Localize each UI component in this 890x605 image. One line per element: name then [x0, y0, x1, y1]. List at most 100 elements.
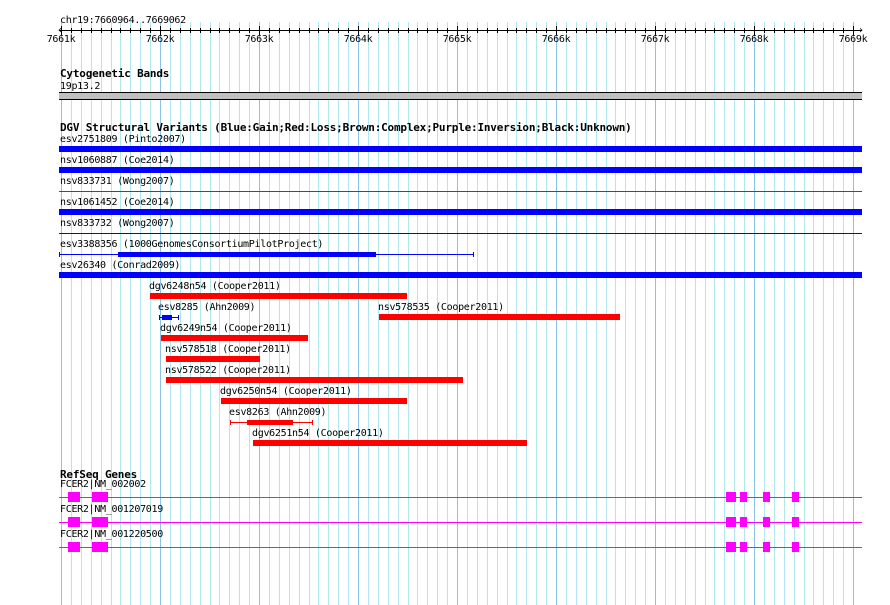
variant-label: esv26340 (Conrad2009): [60, 260, 181, 271]
ruler-tick: [705, 28, 706, 33]
exon-block: [91, 542, 108, 552]
exon-block: [791, 517, 799, 527]
ruler-tick: [140, 28, 141, 33]
ruler-tick-label: 7666k: [541, 34, 571, 45]
ruler-tick: [388, 28, 389, 33]
ruler-tick: [318, 28, 319, 33]
gene-model[interactable]: [59, 491, 862, 503]
ruler-tick: [219, 28, 220, 33]
ruler-tick: [823, 28, 824, 33]
cyto-track-title: Cytogenetic Bands: [60, 67, 170, 80]
ruler-tick: [467, 28, 468, 33]
exon-block: [726, 542, 737, 552]
variant-feature[interactable]: [253, 439, 528, 448]
ruler-tick: [685, 28, 686, 33]
cytoband-bar[interactable]: [59, 92, 862, 100]
ruler-tick: [210, 28, 211, 33]
variant-bar: [59, 146, 862, 152]
exon-block: [762, 492, 770, 502]
exon-block: [740, 542, 748, 552]
ruler-tick: [586, 28, 587, 33]
ruler-tick: [615, 28, 616, 33]
gene-label: FCER2|NM_002002: [60, 479, 146, 490]
variant-feature[interactable]: [59, 271, 862, 280]
variant-label: esv8285 (Ahn2009): [158, 302, 256, 313]
genome-browser-panel: chr19:7660964..7669062 7661k 7662k 7663k 76…: [0, 0, 890, 605]
variant-bar: [165, 356, 260, 362]
variant-range-cap: [472, 252, 474, 257]
exon-block: [762, 517, 770, 527]
variant-core-bar: [161, 315, 172, 320]
ruler-tick: [190, 28, 191, 33]
ruler-tick: [606, 28, 607, 33]
ruler-tick: [635, 28, 636, 33]
variant-feature[interactable]: [59, 250, 474, 259]
ruler-tick: [427, 28, 428, 33]
ruler-tick-label: 7669k: [838, 34, 868, 45]
variant-core-bar: [118, 252, 376, 257]
exon-block: [740, 492, 748, 502]
variant-label: dgv6249n54 (Cooper2011): [160, 323, 292, 334]
variant-feature[interactable]: [165, 355, 260, 364]
ruler-tick: [81, 28, 82, 33]
variant-label: esv3388356 (1000GenomesConsortiumPilotPr…: [60, 239, 324, 250]
gene-model[interactable]: [59, 541, 862, 553]
ruler-tick: [833, 28, 834, 33]
ruler-tick: [111, 28, 112, 33]
ruler-tick-label: 7663k: [244, 34, 274, 45]
variant-feature[interactable]: [59, 229, 862, 238]
ruler-tick: [695, 28, 696, 33]
exon-block: [726, 517, 737, 527]
variant-bar: [165, 377, 463, 383]
ruler-tick: [665, 28, 666, 33]
variant-label: nsv1060887 (Coe2014): [60, 155, 175, 166]
scroll-right-arrow-icon[interactable]: ›: [858, 25, 864, 36]
variant-feature[interactable]: [59, 166, 862, 175]
variant-label: dgv6250n54 (Cooper2011): [220, 386, 352, 397]
ruler-tick: [437, 28, 438, 33]
ruler-tick: [734, 28, 735, 33]
variant-feature[interactable]: [378, 313, 621, 322]
ruler-tick-label: 7664k: [343, 34, 373, 45]
variant-feature[interactable]: [221, 397, 407, 406]
exon-block: [762, 542, 770, 552]
variant-bar: [221, 398, 407, 404]
ruler-tick: [596, 28, 597, 33]
ruler-tick-label: 7668k: [739, 34, 769, 45]
ruler-tick: [328, 28, 329, 33]
gene-label: FCER2|NM_001207019: [60, 504, 163, 515]
ruler-tick: [239, 28, 240, 33]
variant-bar: [59, 272, 862, 278]
ruler[interactable]: 7661k 7662k 7663k 7664k 7665k 7666k 7667k 7668k…: [0, 0, 890, 50]
exon-block: [67, 492, 80, 502]
ruler-tick: [71, 28, 72, 33]
ruler-tick: [338, 28, 339, 33]
variant-label: esv2751809 (Pinto2007): [60, 134, 186, 145]
variant-feature[interactable]: [59, 187, 862, 196]
variant-label: dgv6251n54 (Cooper2011): [252, 428, 384, 439]
variant-range-cap: [159, 315, 160, 320]
variant-bar: [150, 293, 407, 299]
variant-label: nsv578518 (Cooper2011): [165, 344, 291, 355]
ruler-tick: [150, 28, 151, 33]
ruler-tick: [813, 28, 814, 33]
variant-feature[interactable]: [150, 292, 407, 301]
variant-label: nsv578522 (Cooper2011): [165, 365, 291, 376]
scroll-left-arrow-icon[interactable]: ‹: [57, 25, 63, 36]
variant-feature[interactable]: [165, 376, 463, 385]
variant-feature[interactable]: [160, 334, 308, 343]
variant-feature[interactable]: [59, 145, 862, 154]
ruler-tick: [130, 28, 131, 33]
gene-model[interactable]: [59, 516, 862, 528]
ruler-tick: [91, 28, 92, 33]
exon-block: [791, 492, 799, 502]
dgv-track-title: DGV Structural Variants (Blue:Gain;Red:L…: [60, 121, 632, 134]
ruler-tick: [447, 28, 448, 33]
variant-feature[interactable]: [159, 313, 179, 322]
cyto-band-label: 19p13.2: [60, 81, 101, 92]
variant-feature[interactable]: [59, 208, 862, 217]
variant-range-cap: [177, 315, 179, 320]
ruler-tick: [526, 28, 527, 33]
variant-feature[interactable]: [230, 418, 314, 427]
variant-core-bar: [247, 420, 293, 425]
